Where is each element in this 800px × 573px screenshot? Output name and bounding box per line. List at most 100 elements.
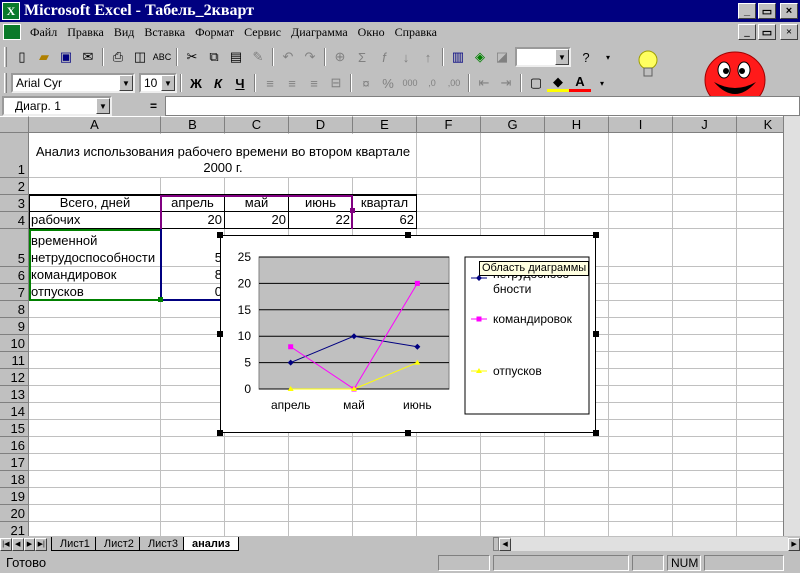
paste-icon[interactable]: ▤	[225, 46, 247, 68]
row-header[interactable]: 18	[0, 471, 29, 488]
menu-edit[interactable]: Правка	[62, 25, 109, 40]
increase-indent-icon[interactable]: ⇥	[495, 72, 517, 94]
row-header[interactable]: 1	[0, 133, 29, 178]
align-right-icon[interactable]: ≡	[303, 72, 325, 94]
chart-handle[interactable]	[405, 430, 411, 436]
header-cell[interactable]: квартал	[353, 195, 416, 211]
sort-ascending-icon[interactable]: ↓	[395, 46, 417, 68]
menu-format[interactable]: Формат	[190, 25, 239, 40]
font-combo[interactable]: Arial Cyr ▼	[11, 73, 135, 93]
zoom-combo[interactable]: ▼	[515, 47, 571, 67]
row-header[interactable]: 8	[0, 301, 29, 318]
open-icon[interactable]: ▰	[33, 46, 55, 68]
minimize-button[interactable]: _	[738, 3, 756, 19]
row-header[interactable]: 6	[0, 267, 29, 284]
sheet-tab-2[interactable]: Лист2	[94, 537, 143, 551]
fill-color-icon[interactable]: ◆	[547, 74, 569, 92]
chart-handle[interactable]	[217, 430, 223, 436]
chevron-down-icon[interactable]: ▼	[161, 75, 175, 91]
row-header[interactable]: 16	[0, 437, 29, 454]
row-header[interactable]: 2	[0, 178, 29, 195]
row-header[interactable]: 7	[0, 284, 29, 301]
first-sheet-icon[interactable]: |◀	[0, 537, 12, 551]
value-cell[interactable]: 62	[353, 212, 414, 228]
chart-handle[interactable]	[405, 232, 411, 238]
column-header[interactable]: D	[289, 116, 353, 133]
last-sheet-icon[interactable]: ▶|	[35, 537, 48, 551]
header-cell[interactable]: апрель	[161, 195, 224, 211]
row-header[interactable]: 4	[0, 212, 29, 229]
value-cell[interactable]: 0	[161, 284, 222, 300]
column-header[interactable]: G	[481, 116, 545, 133]
menu-window[interactable]: Окно	[353, 25, 390, 40]
column-header[interactable]: A	[29, 116, 161, 133]
chart-handle[interactable]	[217, 232, 223, 238]
underline-button[interactable]: Ч	[229, 72, 251, 94]
name-box[interactable]: Диагр. 1 ▼	[2, 96, 112, 116]
scroll-left-icon[interactable]: ◀	[499, 537, 511, 551]
formula-input[interactable]	[165, 96, 800, 116]
row-header[interactable]: 19	[0, 488, 29, 505]
range-handle[interactable]	[158, 297, 163, 302]
vertical-scrollbar[interactable]	[783, 116, 800, 536]
toolbar-options-icon[interactable]: ▾	[591, 72, 613, 94]
plot-area[interactable]	[258, 256, 450, 390]
sheet-tab-3[interactable]: Лист3	[138, 537, 187, 551]
row-header[interactable]: 5	[0, 229, 29, 267]
select-all-button[interactable]	[0, 116, 29, 133]
font-color-icon[interactable]: A	[569, 74, 591, 92]
header-cell[interactable]: Всего, дней	[30, 195, 160, 211]
send-icon[interactable]: ✉	[77, 46, 99, 68]
menu-help[interactable]: Справка	[390, 25, 442, 40]
chart-wizard-icon[interactable]: ▥	[447, 46, 469, 68]
toolbar-options-icon[interactable]: ▾	[597, 46, 619, 68]
value-cell[interactable]: 20	[225, 212, 286, 228]
row-header[interactable]: 20	[0, 505, 29, 522]
sheet-tab-1[interactable]: Лист1	[50, 537, 99, 551]
sheet-tab-active[interactable]: анализ	[182, 537, 240, 551]
row-header[interactable]: 17	[0, 454, 29, 471]
close-button[interactable]: ×	[780, 3, 798, 19]
row-header[interactable]: 15	[0, 420, 29, 437]
column-header[interactable]: F	[417, 116, 481, 133]
print-preview-icon[interactable]: ◫	[129, 46, 151, 68]
next-sheet-icon[interactable]: ▶	[23, 537, 36, 551]
format-painter-icon[interactable]: ✎	[247, 46, 269, 68]
title-cell[interactable]: Анализ использования рабочего времени во…	[30, 134, 416, 177]
hyperlink-icon[interactable]: ⊕	[329, 46, 351, 68]
lightbulb-icon[interactable]	[636, 48, 666, 82]
doc-close-button[interactable]: ×	[780, 24, 798, 40]
menu-tools[interactable]: Сервис	[239, 25, 286, 40]
redo-icon[interactable]: ↷	[299, 46, 321, 68]
column-header[interactable]: B	[161, 116, 225, 133]
excel-app-icon[interactable]: X	[2, 2, 20, 20]
save-icon[interactable]: ▣	[55, 46, 77, 68]
italic-button[interactable]: К	[207, 72, 229, 94]
header-cell[interactable]: июнь	[289, 195, 352, 211]
size-combo[interactable]: 10 ▼	[139, 73, 177, 93]
menu-insert[interactable]: Вставка	[139, 25, 190, 40]
align-left-icon[interactable]: ≡	[259, 72, 281, 94]
chevron-down-icon[interactable]: ▼	[96, 98, 110, 114]
function-icon[interactable]: f	[373, 46, 395, 68]
column-header[interactable]: I	[609, 116, 673, 133]
decrease-indent-icon[interactable]: ⇤	[473, 72, 495, 94]
chevron-down-icon[interactable]: ▼	[119, 75, 133, 91]
chart-handle[interactable]	[217, 331, 223, 337]
formula-equals[interactable]: =	[150, 99, 157, 113]
map-icon[interactable]: ◈	[469, 46, 491, 68]
currency-icon[interactable]: ¤	[355, 72, 377, 94]
label-cell[interactable]: командировок	[31, 267, 116, 283]
drawing-icon[interactable]: ◪	[491, 46, 513, 68]
percent-button[interactable]: %	[377, 72, 399, 94]
horizontal-scrollbar[interactable]	[510, 537, 789, 551]
row-header[interactable]: 9	[0, 318, 29, 335]
label-cell[interactable]: рабочих	[31, 212, 80, 228]
row-header[interactable]: 13	[0, 386, 29, 403]
row-header[interactable]: 21	[0, 522, 29, 536]
column-header[interactable]: J	[673, 116, 737, 133]
new-icon[interactable]: ▯	[11, 46, 33, 68]
value-cell[interactable]: 8	[161, 267, 222, 283]
help-icon[interactable]: ?	[575, 46, 597, 68]
autosum-icon[interactable]: Σ	[351, 46, 373, 68]
